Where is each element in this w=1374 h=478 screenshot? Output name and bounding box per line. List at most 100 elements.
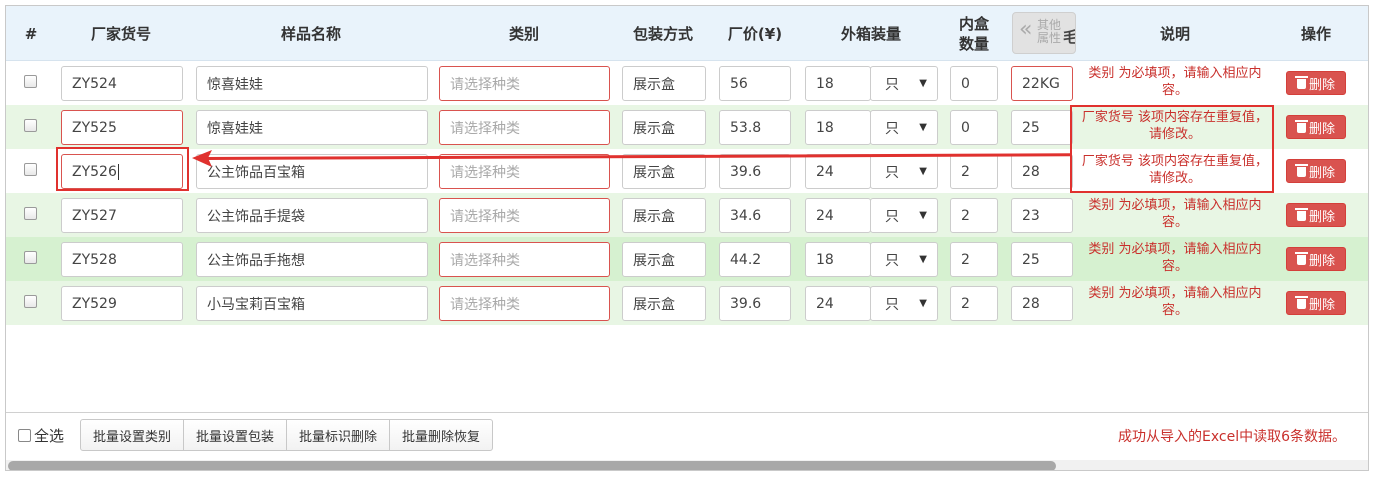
batch-mark-delete-button[interactable]: 批量标识删除 — [286, 419, 391, 451]
table-header: # 厂家货号 样品名称 类别 包装方式 厂价(¥) 外箱装量 内盒 数量 « 其… — [6, 6, 1368, 61]
carton-qty-input[interactable]: 18 — [805, 66, 871, 101]
sku-input[interactable]: ZY525 — [61, 110, 183, 145]
dropdown-caret-icon: ▼ — [919, 254, 927, 265]
category-select[interactable]: 请选择种类 — [439, 242, 610, 277]
carton-unit-select[interactable]: 只 ▼ — [870, 110, 938, 145]
trash-icon — [1294, 164, 1308, 177]
weight-input[interactable]: 22KG — [1011, 66, 1073, 101]
delete-button[interactable]: 删除 — [1286, 159, 1346, 183]
packaging-input[interactable]: 展示盒 — [622, 198, 706, 233]
select-all-checkbox[interactable]: 全选 — [18, 425, 64, 446]
delete-label: 删除 — [1308, 121, 1335, 137]
delete-label: 删除 — [1308, 253, 1335, 269]
inner-qty-input[interactable]: 2 — [950, 154, 998, 189]
batch-restore-button[interactable]: 批量删除恢复 — [389, 419, 494, 451]
category-select[interactable]: 请选择种类 — [439, 286, 610, 321]
weight-input[interactable]: 28 — [1011, 286, 1073, 321]
double-chevron-left-icon: « — [1019, 17, 1033, 42]
delete-button[interactable]: 删除 — [1286, 247, 1346, 271]
weight-input[interactable]: 25 — [1011, 110, 1073, 145]
carton-qty-input[interactable]: 24 — [805, 286, 871, 321]
weight-input[interactable]: 25 — [1011, 242, 1073, 277]
category-select[interactable]: 请选择种类 — [439, 110, 610, 145]
col-name: 样品名称 — [280, 24, 341, 43]
delete-button[interactable]: 删除 — [1286, 71, 1346, 95]
col-packaging: 包装方式 — [632, 24, 693, 43]
sample-name-input[interactable]: 惊喜娃娃 — [196, 110, 428, 145]
sample-name-input[interactable]: 公主饰品手拖想 — [196, 242, 428, 277]
row-checkbox[interactable] — [24, 251, 37, 264]
packaging-input[interactable]: 展示盒 — [622, 154, 706, 189]
carton-unit-select[interactable]: 只 ▼ — [870, 198, 938, 233]
row-checkbox[interactable] — [24, 207, 37, 220]
delete-button[interactable]: 删除 — [1286, 203, 1346, 227]
packaging-input[interactable]: 展示盒 — [622, 66, 706, 101]
carton-qty-input[interactable]: 18 — [805, 242, 871, 277]
horizontal-scrollbar[interactable] — [6, 460, 1368, 470]
delete-label: 删除 — [1308, 165, 1335, 181]
price-input[interactable]: 53.8 — [719, 110, 791, 145]
unit-value: 只 — [885, 120, 899, 137]
carton-unit-select[interactable]: 只 ▼ — [870, 242, 938, 277]
scrollbar-thumb[interactable] — [8, 461, 1056, 470]
sku-input[interactable]: ZY528 — [61, 242, 183, 277]
delete-label: 删除 — [1308, 77, 1335, 93]
row-checkbox[interactable] — [24, 163, 37, 176]
delete-button[interactable]: 删除 — [1286, 291, 1346, 315]
category-select[interactable]: 请选择种类 — [439, 66, 610, 101]
carton-unit-select[interactable]: 只 ▼ — [870, 286, 938, 321]
price-input[interactable]: 44.2 — [719, 242, 791, 277]
sku-input[interactable]: ZY529 — [61, 286, 183, 321]
row-checkbox[interactable] — [24, 295, 37, 308]
dropdown-caret-icon: ▼ — [919, 78, 927, 89]
inner-qty-input[interactable]: 2 — [950, 198, 998, 233]
carton-qty-input[interactable]: 24 — [805, 198, 871, 233]
batch-set-category-button[interactable]: 批量设置类别 — [80, 419, 185, 451]
validation-message: 类别 为必填项，请输入相应内容。 — [1088, 286, 1262, 318]
select-all-label: 全选 — [34, 427, 65, 445]
sample-name-input[interactable]: 惊喜娃娃 — [196, 66, 428, 101]
trash-icon — [1294, 208, 1308, 221]
carton-unit-select[interactable]: 只 ▼ — [870, 66, 938, 101]
price-input[interactable]: 39.6 — [719, 286, 791, 321]
packaging-input[interactable]: 展示盒 — [622, 286, 706, 321]
other-attributes-label: 其他 属性 — [1037, 18, 1062, 45]
other-attributes-toggle[interactable]: « 其他属性 毛/ — [1012, 12, 1076, 54]
inner-qty-input[interactable]: 2 — [950, 242, 998, 277]
weight-input[interactable]: 23 — [1011, 198, 1073, 233]
packaging-input[interactable]: 展示盒 — [622, 242, 706, 277]
col-inner-qty-line2: 数量 — [958, 34, 989, 53]
batch-set-packaging-button[interactable]: 批量设置包装 — [183, 419, 288, 451]
col-price: 厂价(¥) — [727, 24, 783, 43]
carton-qty-input[interactable]: 18 — [805, 110, 871, 145]
packaging-input[interactable]: 展示盒 — [622, 110, 706, 145]
row-checkbox[interactable] — [24, 119, 37, 132]
sku-input[interactable]: ZY524 — [61, 66, 183, 101]
unit-value: 只 — [885, 252, 899, 269]
sample-name-input[interactable]: 小马宝莉百宝箱 — [196, 286, 428, 321]
price-input[interactable]: 34.6 — [719, 198, 791, 233]
inner-qty-input[interactable]: 2 — [950, 286, 998, 321]
sample-name-input[interactable]: 公主饰品手提袋 — [196, 198, 428, 233]
select-all-box[interactable] — [18, 429, 31, 442]
delete-label: 删除 — [1308, 297, 1335, 313]
sku-input[interactable]: ZY527 — [61, 198, 183, 233]
price-input[interactable]: 39.6 — [719, 154, 791, 189]
table-row: ZY528 公主饰品手拖想 请选择种类 展示盒 44.2 18 只 ▼ 2 25… — [6, 237, 1368, 281]
category-select[interactable]: 请选择种类 — [439, 154, 610, 189]
inner-qty-input[interactable]: 0 — [950, 110, 998, 145]
unit-value: 只 — [885, 296, 899, 313]
validation-message: 类别 为必填项，请输入相应内容。 — [1088, 198, 1262, 230]
row-checkbox[interactable] — [24, 75, 37, 88]
price-input[interactable]: 56 — [719, 66, 791, 101]
table-footer: 全选 批量设置类别 批量设置包装 批量标识删除 批量删除恢复 成功从导入的Exc… — [6, 412, 1368, 456]
delete-button[interactable]: 删除 — [1286, 115, 1346, 139]
dropdown-caret-icon: ▼ — [919, 122, 927, 133]
carton-unit-select[interactable]: 只 ▼ — [870, 154, 938, 189]
col-carton: 外箱装量 — [840, 24, 901, 43]
weight-input[interactable]: 28 — [1011, 154, 1073, 189]
category-select[interactable]: 请选择种类 — [439, 198, 610, 233]
inner-qty-input[interactable]: 0 — [950, 66, 998, 101]
col-inner-qty-line1: 内盒 — [958, 14, 989, 33]
carton-qty-input[interactable]: 24 — [805, 154, 871, 189]
